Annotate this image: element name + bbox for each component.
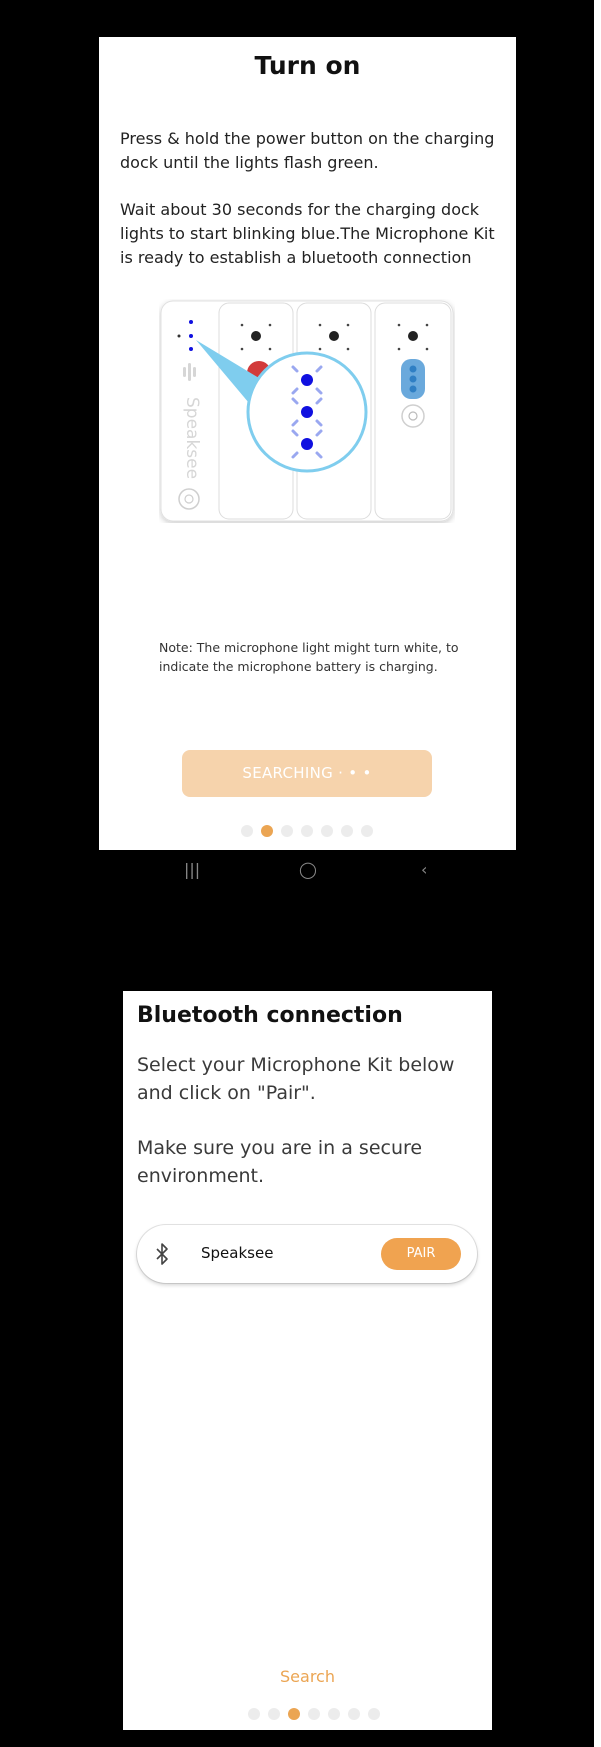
- right-edge-strip: [594, 0, 601, 1747]
- page-dot: [328, 1708, 340, 1720]
- searching-label: SEARCHING: [242, 764, 334, 782]
- page-dot: [341, 825, 353, 837]
- instruction-paragraph-2: Wait about 30 seconds for the charging d…: [120, 200, 495, 267]
- dock-led: [189, 334, 193, 338]
- bluetooth-icon: [156, 1243, 168, 1265]
- back-icon[interactable]: ‹: [421, 860, 427, 879]
- searching-button[interactable]: SEARCHING · • •: [182, 750, 432, 797]
- search-link[interactable]: Search: [123, 1667, 492, 1686]
- bluetooth-connection-screen: Bluetooth connection Select your Microph…: [123, 991, 492, 1730]
- home-icon[interactable]: ◯: [299, 860, 317, 879]
- page-dot: [348, 1708, 360, 1720]
- page-dot: [361, 825, 373, 837]
- page-dot: [268, 1708, 280, 1720]
- dock-led: [189, 347, 193, 351]
- battery-note: Note: The microphone light might turn wh…: [159, 640, 459, 674]
- page-dot-active: [261, 825, 273, 837]
- searching-dots-label: · • •: [338, 764, 372, 782]
- page-dot: [321, 825, 333, 837]
- page-indicator: [248, 1708, 380, 1720]
- system-navbar: ||| ◯ ‹: [99, 860, 516, 880]
- dock-led: [189, 320, 193, 324]
- pair-button[interactable]: PAIR: [381, 1238, 461, 1270]
- recent-apps-icon[interactable]: |||: [184, 860, 200, 879]
- device-list-item[interactable]: Speaksee PAIR: [137, 1225, 477, 1283]
- dock-brand-label: Speaksee: [182, 397, 202, 479]
- page-title: Turn on: [254, 51, 361, 80]
- page-dot: [241, 825, 253, 837]
- device-name: Speaksee: [201, 1244, 274, 1262]
- turn-on-screen: Turn on Press & hold the power button on…: [99, 37, 516, 850]
- page-dot-active: [288, 1708, 300, 1720]
- page-dot: [248, 1708, 260, 1720]
- page-title: Bluetooth connection: [137, 1003, 403, 1028]
- page-dot: [308, 1708, 320, 1720]
- page-dot: [281, 825, 293, 837]
- page-indicator: [241, 825, 373, 837]
- instruction-paragraph-1: Press & hold the power button on the cha…: [120, 129, 495, 172]
- instruction-paragraph-1: Select your Microphone Kit below and cli…: [137, 1054, 455, 1104]
- instruction-paragraph-2: Make sure you are in a secure environmen…: [137, 1137, 423, 1187]
- page-dot: [368, 1708, 380, 1720]
- charging-dock-illustration: Speaksee: [160, 300, 454, 522]
- page-dot: [301, 825, 313, 837]
